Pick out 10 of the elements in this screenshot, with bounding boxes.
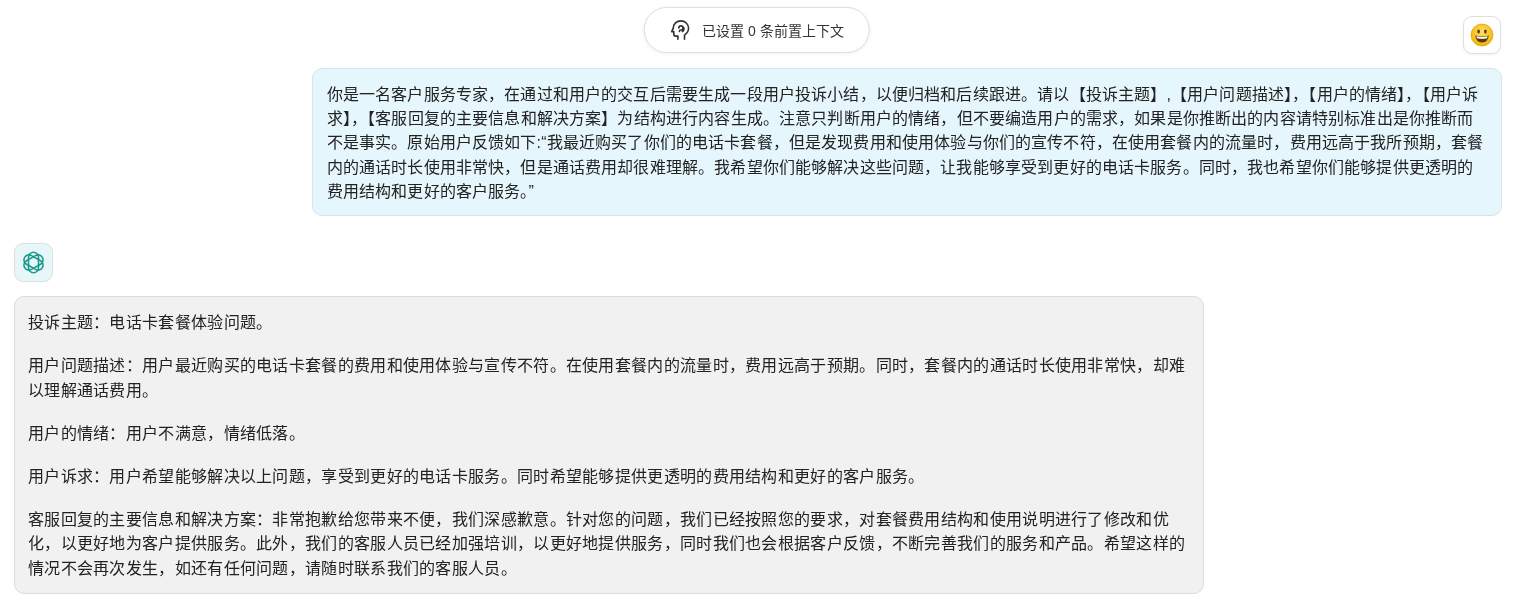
smiley-face-icon <box>1463 16 1501 54</box>
message-text: 投诉主题：电话卡套餐体验问题。 <box>28 313 274 333</box>
message-text: 客服回复的主要信息和解决方案：非常抱歉给您带来不便，我们深感歉意。针对您的问题，我们已经按照您的要求，对套餐费用结构和使用说明进行了修改和优化，以更好地为客户提供服务。此外，我们的客服人员已经加强培训，以更好地提供服务，同时我们也会根据客户反馈，不断完善我们的服务和产品。希望这样的情况不会再次发生，如还有任何问题，请随时联系我们的客服人员。 <box>28 509 1187 579</box>
head-icon <box>670 20 690 40</box>
context-button[interactable]: 已设置 0 条前置上下文 <box>643 7 870 53</box>
message-text: 你是一名客户服务专家，在通过和用户的交互后需要生成一段用户投诉小结，以便归档和后续跟进。请以【投诉主题】,【用户问题描述】，【用户的情绪】，【用户诉求】，【客服回复的主要信息和解决方案】为结构进行内容生成。注意只判断用户的情绪，但不要编造用户的需求，如果是你推断出的内容请特别标准出是你推断而不是事实。原始用户反馈如下:“我最近购买了你们的电话卡套餐，但是发现费用和使用体验与你们的宣传不符，在使用套餐内的流量时，费用远高于我所预期，套餐内的通话时长使用非常快，但是通话费用却很难理解。我希望你们能够解决这些问题，让我能够享受到更好的电话卡服务。同时，我也希望你们能够提供更透明的费用结构和更好的客户服务。” <box>326 85 1485 202</box>
message-text: 用户的情绪：用户不满意，情绪低落。 <box>28 423 307 444</box>
message-text: 用户问题描述：用户最近购买的电话卡套餐的费用和使用体验与宣传不符。在使用套餐内的流量时，费用远高于预期。同时，套餐内的通话时长使用非常快，却难以理解通话费用。 <box>28 356 1187 401</box>
message-text: 用户诉求：用户希望能够解决以上问题，享受到更好的电话卡服务。同时希望能够提供更透明的费用结构和更好的客户服务。 <box>28 466 926 487</box>
knot-icon <box>14 243 53 282</box>
